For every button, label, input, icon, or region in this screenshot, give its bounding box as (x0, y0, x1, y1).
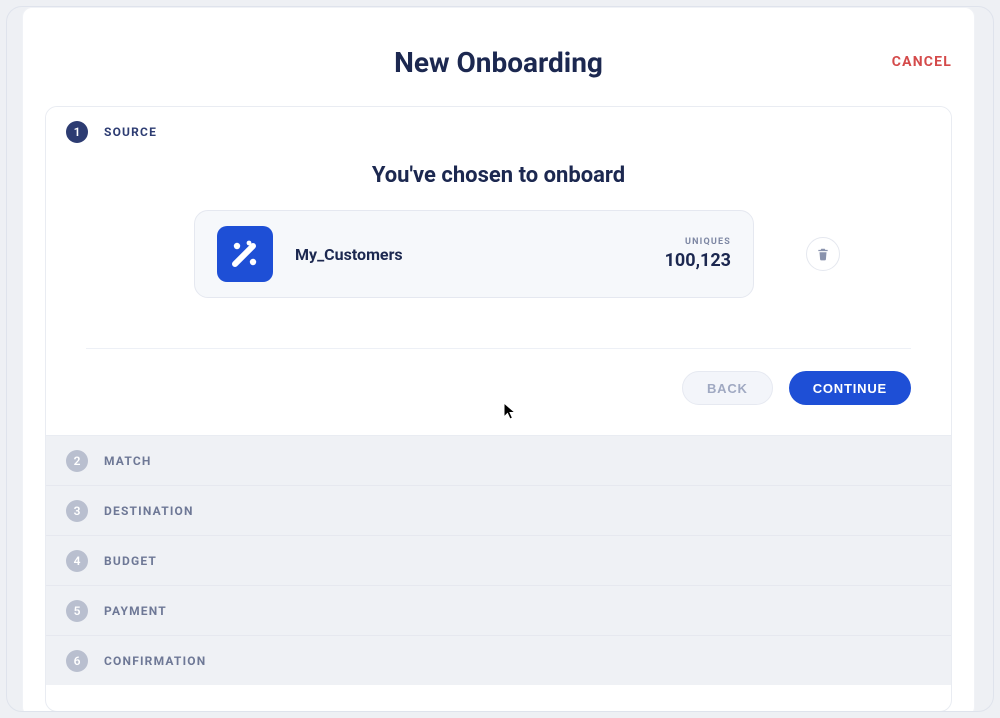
step-label-budget: BUDGET (104, 554, 157, 568)
step-number-4: 4 (66, 550, 88, 572)
step-header-budget[interactable]: 4 BUDGET (46, 535, 951, 585)
step-header-confirmation[interactable]: 6 CONFIRMATION (46, 635, 951, 685)
app-window: New Onboarding CANCEL 1 SOURCE You've ch… (6, 6, 994, 712)
back-button[interactable]: BACK (682, 371, 773, 405)
wizard-steps: 1 SOURCE You've chosen to onboard (45, 106, 952, 712)
step-body-source: You've chosen to onboard (46, 157, 951, 435)
panel-header: New Onboarding CANCEL (23, 8, 974, 98)
step-header-destination[interactable]: 3 DESTINATION (46, 485, 951, 535)
uniques-label: UNIQUES (665, 237, 731, 247)
step-header-source[interactable]: 1 SOURCE (46, 107, 951, 157)
uniques-block: UNIQUES 100,123 (665, 237, 731, 271)
step-header-match[interactable]: 2 MATCH (46, 435, 951, 485)
delete-source-button[interactable] (806, 237, 840, 271)
source-row: My_Customers UNIQUES 100,123 (86, 210, 911, 298)
step-number-6: 6 (66, 650, 88, 672)
step-number-1: 1 (66, 121, 88, 143)
step-label-source: SOURCE (104, 125, 157, 139)
step-number-3: 3 (66, 500, 88, 522)
step-actions: BACK CONTINUE (86, 371, 911, 405)
divider (86, 348, 911, 349)
cancel-button[interactable]: CANCEL (892, 54, 952, 70)
continue-button[interactable]: CONTINUE (789, 371, 911, 405)
step-number-2: 2 (66, 450, 88, 472)
step-label-match: MATCH (104, 454, 152, 468)
source-card[interactable]: My_Customers UNIQUES 100,123 (194, 210, 754, 298)
step-label-payment: PAYMENT (104, 604, 167, 618)
source-name: My_Customers (295, 245, 643, 264)
step-header-payment[interactable]: 5 PAYMENT (46, 585, 951, 635)
trash-icon (816, 247, 830, 261)
step-label-destination: DESTINATION (104, 504, 194, 518)
page-title: New Onboarding (23, 46, 974, 79)
uniques-value: 100,123 (665, 250, 731, 271)
chosen-to-onboard-text: You've chosen to onboard (86, 157, 911, 210)
source-logo-icon (217, 226, 273, 282)
onboarding-panel: New Onboarding CANCEL 1 SOURCE You've ch… (22, 7, 975, 712)
step-label-confirmation: CONFIRMATION (104, 654, 206, 668)
step-number-5: 5 (66, 600, 88, 622)
